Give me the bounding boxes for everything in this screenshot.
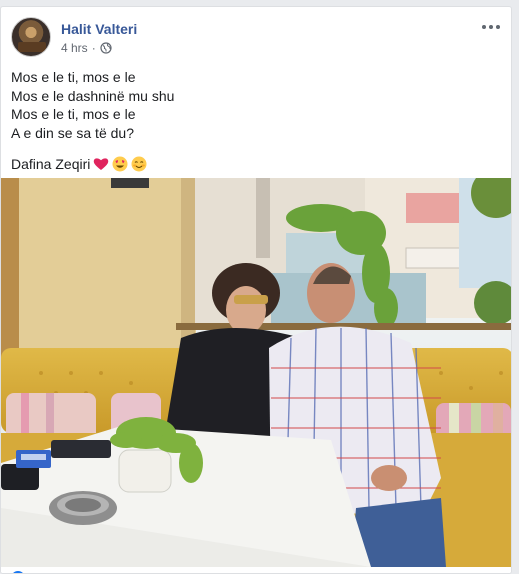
post-line-3: Mos e le ti, mos e le [11, 106, 136, 122]
post-photo[interactable] [1, 178, 511, 567]
smiling-face-emoji [131, 156, 147, 172]
post-card: Halit Valteri 4 hrs · Mos e le ti, mos e… [0, 6, 512, 574]
post-text: Mos e le ti, mos e le Mos e le dashninë … [11, 68, 501, 174]
post-line-2: Mos e le dashninë mu shu [11, 87, 175, 104]
post-line-1: Mos e le ti, mos e le [11, 69, 136, 85]
author-avatar[interactable] [11, 17, 51, 57]
red-heart-emoji [94, 158, 109, 171]
post-header: Halit Valteri 4 hrs · [11, 17, 501, 59]
post-line-4: A e din se sa të du? [11, 124, 134, 141]
author-name[interactable]: Halit Valteri [61, 21, 137, 37]
tagged-name: Dafina Zeqiri [11, 156, 91, 172]
post-footer [1, 567, 511, 573]
globe-icon[interactable] [100, 42, 112, 54]
tagline: Dafina Zeqiri [11, 155, 501, 174]
heart-eyes-emoji [112, 156, 128, 172]
meta-separator: · [91, 41, 96, 55]
more-horizontal-icon [482, 25, 486, 29]
post-meta: 4 hrs · [61, 41, 112, 55]
more-options-button[interactable] [479, 17, 503, 37]
post-time[interactable]: 4 hrs [61, 41, 88, 55]
